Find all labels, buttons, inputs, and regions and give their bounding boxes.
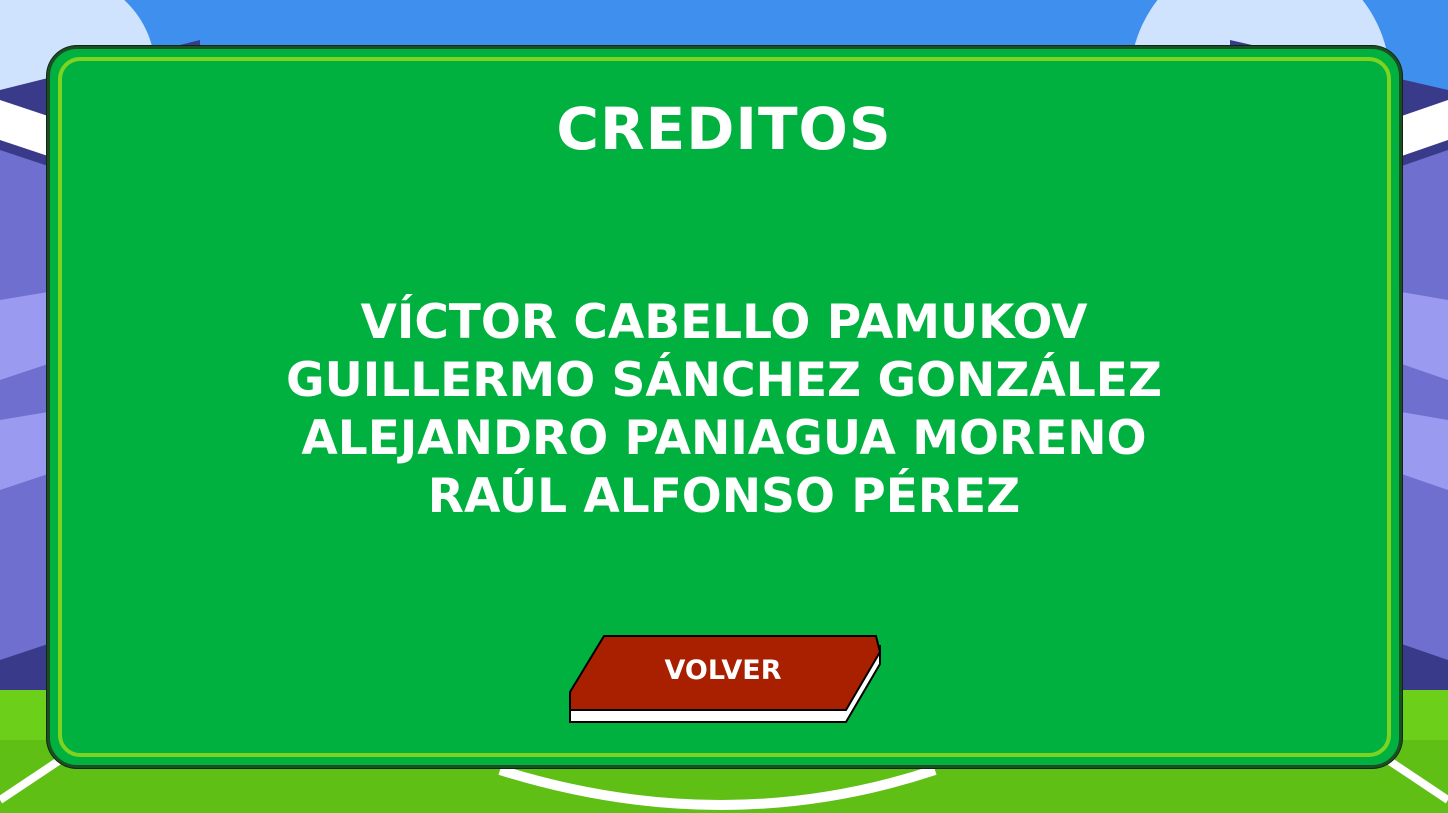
credit-name: ALEJANDRO PANIAGUA MORENO: [301, 411, 1147, 466]
credits-list: VÍCTOR CABELLO PAMUKOV GUILLERMO SÁNCHEZ…: [0, 294, 1448, 526]
credits-screen: CREDITOS VÍCTOR CABELLO PAMUKOV GUILLERM…: [0, 0, 1448, 813]
credits-title: CREDITOS: [556, 95, 892, 163]
credit-name: VÍCTOR CABELLO PAMUKOV: [360, 295, 1088, 350]
back-button[interactable]: VOLVER: [568, 634, 882, 726]
credit-name: GUILLERMO SÁNCHEZ GONZÁLEZ: [286, 353, 1162, 408]
back-button-label: VOLVER: [664, 655, 782, 686]
credit-name: RAÚL ALFONSO PÉREZ: [427, 469, 1021, 524]
